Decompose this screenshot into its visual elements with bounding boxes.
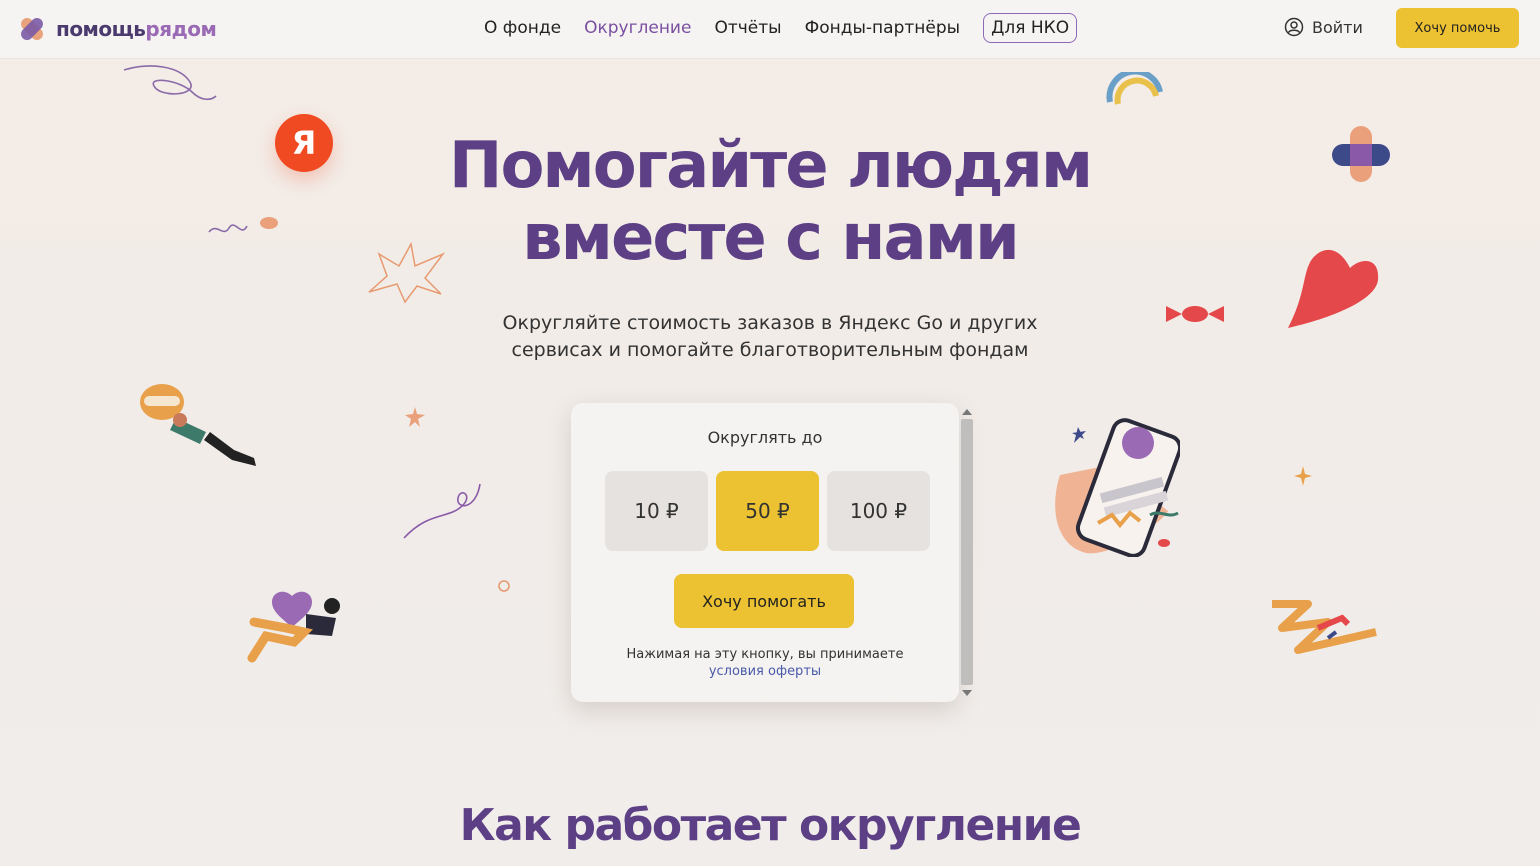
scrollbar-thumb[interactable] bbox=[961, 419, 973, 685]
swirl-decoration bbox=[208, 217, 278, 233]
loop-line-decoration bbox=[403, 483, 481, 539]
hero-subtitle-line1: Округляйте стоимость заказов в Яндекс Go… bbox=[502, 312, 1038, 334]
person-with-coin-illustration bbox=[140, 384, 256, 466]
rainbow-decoration bbox=[1106, 72, 1163, 105]
rounding-card: Округлять до 10 ₽ 50 ₽ 100 ₽ Хочу помога… bbox=[571, 403, 959, 702]
scroll-up-arrow-icon[interactable] bbox=[962, 409, 972, 415]
card-scrollbar[interactable] bbox=[959, 405, 974, 703]
round-option-10[interactable]: 10 ₽ bbox=[605, 471, 708, 551]
hero-subtitle: Округляйте стоимость заказов в Яндекс Go… bbox=[470, 310, 1070, 364]
squiggle-decoration bbox=[123, 65, 217, 101]
rounding-label: Округлять до bbox=[707, 428, 823, 447]
yandex-badge-icon: Я bbox=[275, 114, 333, 172]
want-to-help-button[interactable]: Хочу помочь bbox=[1396, 8, 1519, 48]
how-rounding-works-title: Как работает округление bbox=[459, 800, 1082, 851]
zigzag-ribbon-decoration bbox=[1272, 600, 1377, 654]
bandage-decoration bbox=[1332, 126, 1390, 182]
nav-item-for-nko[interactable]: Для НКО bbox=[983, 13, 1078, 43]
offer-terms-link[interactable]: условия оферты bbox=[571, 663, 959, 680]
hero-title: Помогайте людям вместе с нами bbox=[420, 130, 1120, 274]
scroll-down-arrow-icon[interactable] bbox=[962, 690, 972, 696]
heart-decoration bbox=[1288, 249, 1379, 328]
nav-item-partner-funds[interactable]: Фонды-партнёры bbox=[805, 18, 960, 38]
user-icon bbox=[1284, 17, 1304, 37]
hero-title-line1: Помогайте людям bbox=[448, 129, 1093, 203]
logo-text: помощьрядом bbox=[56, 17, 217, 41]
small-star-decoration bbox=[405, 407, 425, 427]
phone-in-hand-illustration bbox=[1055, 418, 1180, 557]
logo[interactable]: помощьрядом bbox=[16, 12, 217, 46]
nav-item-rounding[interactable]: Округление bbox=[584, 18, 691, 38]
round-option-100[interactable]: 100 ₽ bbox=[827, 471, 930, 551]
sparkle-decoration bbox=[1294, 466, 1312, 486]
nav-item-reports[interactable]: Отчёты bbox=[714, 18, 781, 38]
round-option-50[interactable]: 50 ₽ bbox=[716, 471, 819, 551]
site-header: помощьрядом О фонде Округление Отчёты Фо… bbox=[0, 0, 1540, 59]
start-helping-button[interactable]: Хочу помогать bbox=[674, 574, 854, 628]
small-circle-decoration bbox=[498, 580, 510, 592]
terms-notice: Нажимая на эту кнопку, вы принимаете усл… bbox=[571, 646, 959, 680]
terms-text: Нажимая на эту кнопку, вы принимаете bbox=[626, 647, 904, 662]
logo-icon bbox=[16, 13, 48, 45]
person-with-heart-illustration bbox=[247, 591, 340, 663]
login-label: Войти bbox=[1312, 17, 1363, 37]
hero-title-line2: вместе с нами bbox=[522, 201, 1020, 275]
login-link[interactable]: Войти bbox=[1284, 17, 1363, 37]
candy-decoration bbox=[1166, 306, 1224, 322]
main-nav: О фонде Округление Отчёты Фонды-партнёры… bbox=[484, 12, 1078, 44]
hero-subtitle-line2: сервисах и помогайте благотворительным ф… bbox=[511, 339, 1029, 361]
nav-item-about[interactable]: О фонде bbox=[484, 18, 561, 38]
